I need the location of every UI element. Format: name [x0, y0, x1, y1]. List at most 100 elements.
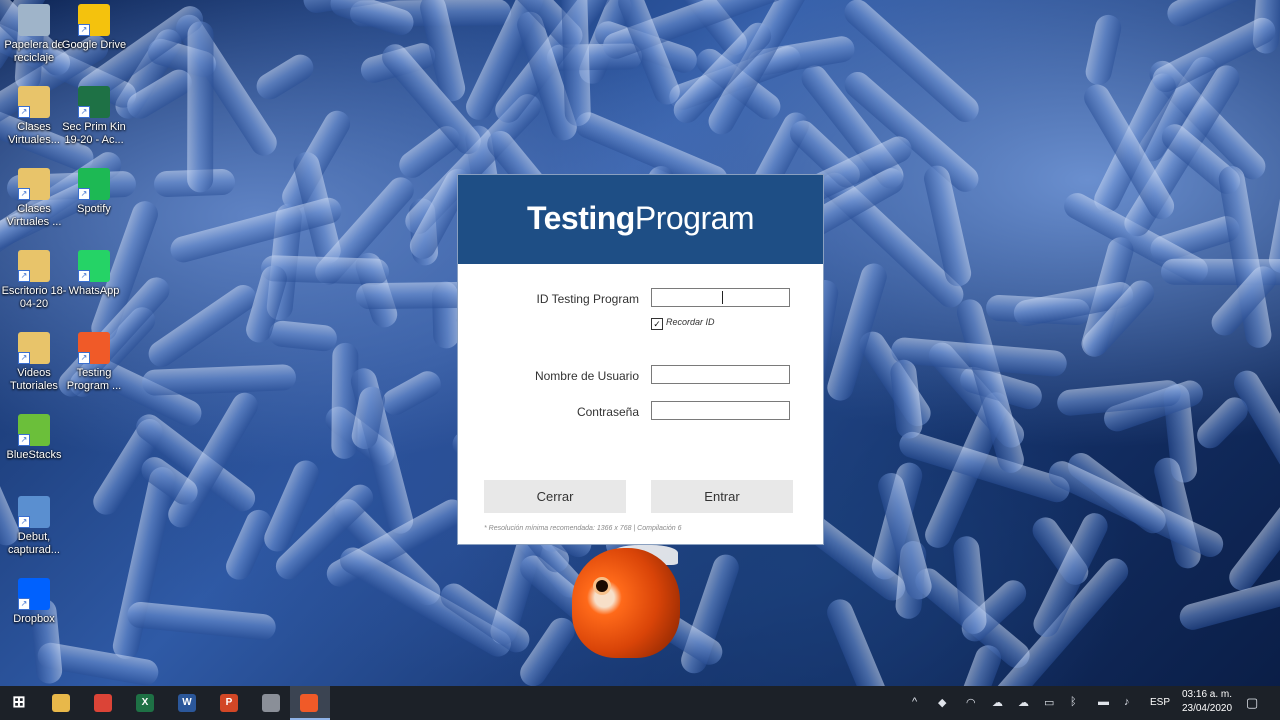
whatsapp-icon: ↗ [78, 250, 110, 282]
taskbar-app-button[interactable]: ⊞ [0, 686, 40, 720]
desktop-icon-label: Clases Virtuales... [8, 121, 60, 146]
wallpaper-tentacle [141, 363, 297, 396]
desktop-icon-label: Dropbox [13, 613, 55, 625]
shortcut-arrow-icon: ↗ [18, 434, 30, 446]
excel-file-icon: ↗ [78, 86, 110, 118]
wallpaper-tentacle [823, 595, 894, 686]
language-indicator[interactable]: ESP [1150, 697, 1170, 708]
testing-program-icon: ↗ [78, 332, 110, 364]
battery-icon[interactable]: ▬ [1098, 696, 1109, 708]
wallpaper-tentacle [1229, 366, 1280, 497]
wallpaper-tentacle [888, 358, 924, 440]
clock-date: 23/04/2020 [1181, 703, 1233, 714]
desktop-icon[interactable]: ↗ Clases Virtuales ... [0, 168, 68, 229]
taskbar-app-button[interactable]: P [210, 686, 250, 720]
shortcut-arrow-icon: ↗ [78, 188, 90, 200]
desktop-icon[interactable]: ↗ Escritorio 18-04-20 [0, 250, 68, 311]
cloud-upload-icon[interactable]: ☁ [992, 696, 1003, 709]
taskbar-app-button[interactable] [252, 686, 292, 720]
folder-icon: ↗ [18, 332, 50, 364]
onedrive-icon[interactable]: ☁ [1018, 696, 1029, 709]
wallpaper-tentacle [251, 49, 319, 105]
enter-button[interactable]: Entrar [651, 480, 793, 513]
desktop-icon[interactable]: ↗ Videos Tutoriales [0, 332, 68, 393]
recycle-bin-icon [18, 4, 50, 36]
shortcut-arrow-icon: ↗ [18, 106, 30, 118]
excel-icon: X [136, 694, 154, 712]
login-dialog: TestingProgram ID Testing Program ✓ Reco… [458, 175, 823, 544]
desktop-icon-label: Debut, capturad... [8, 531, 60, 556]
desktop-icon[interactable]: ↗ Dropbox [0, 578, 68, 626]
storage-icon[interactable]: ▭ [1044, 696, 1054, 709]
header-title-rest: Program [634, 200, 755, 236]
taskbar-app-button[interactable] [84, 686, 124, 720]
footnote: * Resolución mínima recomendada: 1366 x … [484, 525, 682, 532]
desktop-icon[interactable]: ↗ Clases Virtuales... [0, 86, 68, 147]
shortcut-arrow-icon: ↗ [18, 598, 30, 610]
wallpaper-tentacle [334, 542, 516, 662]
desktop-icon-label: Escritorio 18-04-20 [1, 285, 67, 310]
text-cursor [722, 291, 723, 304]
taskbar: ⊞ X W P ^ ◆ ◠ ☁ ☁ ▭ ᛒ ▬ ♪ ESP 03:16 a. m. 2… [0, 686, 1280, 720]
desktop-icon[interactable]: ↗ Google Drive [60, 4, 128, 52]
remember-id-label[interactable]: Recordar ID [666, 317, 715, 327]
word-icon: W [178, 694, 196, 712]
shortcut-arrow-icon: ↗ [78, 352, 90, 364]
clock-time: 03:16 a. m. [1181, 689, 1233, 700]
remember-id-checkbox[interactable]: ✓ [651, 318, 663, 330]
google-drive-icon: ↗ [78, 4, 110, 36]
dropbox-tray-icon[interactable]: ◆ [938, 696, 946, 709]
desktop-icon-label: BlueStacks [6, 449, 62, 461]
desktop-icon-label: Sec Prim Kin 19-20 - Ac... [62, 121, 126, 146]
desktop-icon-label: Clases Virtuales ... [6, 203, 62, 228]
windows-start-icon: ⊞ [12, 694, 26, 711]
shortcut-arrow-icon: ↗ [18, 188, 30, 200]
desktop-icon-label: Papelera de reciclaje [4, 39, 64, 64]
wallpaper-tentacle [839, 0, 985, 128]
desktop-icon[interactable]: Papelera de reciclaje [0, 4, 68, 65]
password-input[interactable] [651, 401, 790, 420]
wallpaper-tentacle [186, 21, 214, 192]
volume-icon[interactable]: ♪ [1124, 696, 1130, 708]
wallpaper-tentacle [1266, 76, 1280, 275]
taskbar-app-button[interactable]: W [168, 686, 208, 720]
id-label: ID Testing Program [536, 292, 640, 306]
bluestacks-icon: ↗ [18, 414, 50, 446]
bluetooth-icon[interactable]: ᛒ [1070, 696, 1077, 708]
dropbox-icon: ↗ [18, 578, 50, 610]
wallpaper-tentacle [267, 319, 338, 353]
username-label: Nombre de Usuario [534, 369, 639, 383]
desktop-icon-label: Videos Tutoriales [10, 367, 58, 392]
desktop-icon[interactable]: ↗ Spotify [60, 168, 128, 216]
desktop-icon[interactable]: ↗ BlueStacks [0, 414, 68, 462]
wallpaper-clownfish [572, 548, 680, 658]
desktop-icon[interactable]: ↗ Debut, capturad... [0, 496, 68, 557]
taskbar-app-button[interactable]: X [126, 686, 166, 720]
wallpaper-tentacle [1224, 439, 1280, 596]
video-file-icon: ↗ [18, 496, 50, 528]
notifications-icon[interactable]: ▢ [1246, 695, 1258, 711]
file-explorer-icon [52, 694, 70, 712]
chevron-up-icon[interactable]: ^ [912, 696, 917, 708]
wallpaper-clownfish-eye [596, 580, 608, 592]
id-input[interactable] [651, 288, 790, 307]
spotify-icon: ↗ [78, 168, 110, 200]
username-input[interactable] [651, 365, 790, 384]
desktop-icon[interactable]: ↗ WhatsApp [60, 250, 128, 298]
testing-program-icon [300, 694, 318, 712]
wallpaper-tentacle [560, 0, 591, 127]
wallpaper-tentacle [1082, 12, 1124, 88]
taskbar-app-button[interactable] [290, 686, 330, 720]
wallpaper-tentacle [126, 600, 277, 642]
taskbar-app-button[interactable] [42, 686, 82, 720]
chrome-icon [94, 694, 112, 712]
desktop-icon-label: Google Drive [61, 39, 127, 51]
shortcut-arrow-icon: ↗ [18, 270, 30, 282]
desktop-icon[interactable]: ↗ Testing Program ... [60, 332, 128, 393]
desktop-icon-label: WhatsApp [68, 285, 120, 297]
clock[interactable]: 03:16 a. m. 23/04/2020 [1172, 688, 1242, 716]
close-button[interactable]: Cerrar [484, 480, 626, 513]
wallpaper-tentacle [824, 260, 890, 404]
network-icon[interactable]: ◠ [966, 696, 976, 709]
desktop-icon[interactable]: ↗ Sec Prim Kin 19-20 - Ac... [60, 86, 128, 147]
